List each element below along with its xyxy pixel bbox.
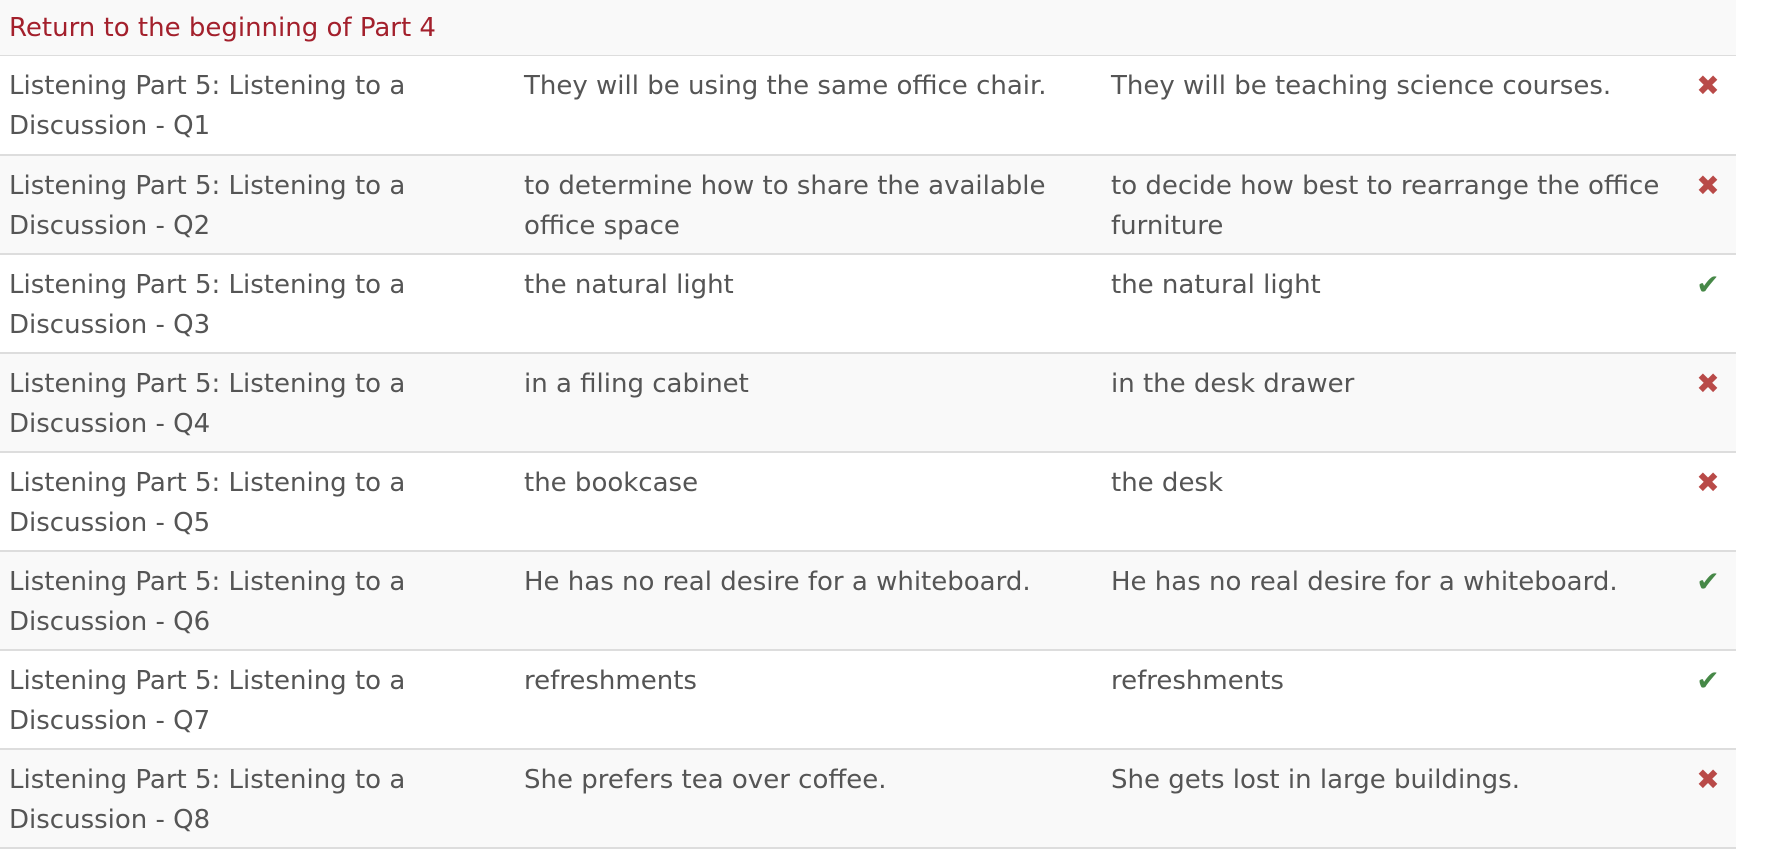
question-cell: Listening Part 5: Listening to a Discuss… (9, 468, 406, 538)
question-cell: Listening Part 5: Listening to a Discuss… (9, 567, 406, 637)
question-cell: Listening Part 5: Listening to a Discuss… (9, 666, 406, 736)
table-row: Listening Part 5: Listening to a Discuss… (0, 452, 1736, 551)
correct-answer-cell: to decide how best to rearrange the offi… (1111, 171, 1660, 241)
your-answer-cell: They will be using the same office chair… (524, 71, 1047, 101)
cross-icon: ✖ (1696, 69, 1720, 102)
correct-answer-cell: the desk (1111, 468, 1224, 498)
correct-answer-cell: They will be teaching science courses. (1111, 71, 1612, 101)
check-icon: ✔ (1696, 565, 1720, 598)
your-answer-cell: to determine how to share the available … (524, 171, 1046, 241)
result-cell: ✖ (1680, 56, 1736, 155)
correct-answer-cell: refreshments (1111, 666, 1284, 696)
result-cell: ✖ (1680, 353, 1736, 452)
question-cell: Listening Part 5: Listening to a Discuss… (9, 765, 406, 835)
table-row: Listening Part 5: Listening to a Discuss… (0, 353, 1736, 452)
result-cell: ✔ (1680, 551, 1736, 650)
results-panel: Return to the beginning of Part 4 Listen… (0, 0, 1736, 849)
result-cell: ✔ (1680, 254, 1736, 353)
your-answer-cell: the natural light (524, 270, 734, 300)
question-cell: Listening Part 5: Listening to a Discuss… (9, 71, 406, 141)
table-row: Listening Part 5: Listening to a Discuss… (0, 56, 1736, 155)
results-table: Listening Part 5: Listening to a Discuss… (0, 56, 1736, 849)
your-answer-cell: She prefers tea over coffee. (524, 765, 887, 795)
correct-answer-cell: She gets lost in large buildings. (1111, 765, 1520, 795)
your-answer-cell: the bookcase (524, 468, 699, 498)
result-cell: ✖ (1680, 452, 1736, 551)
question-cell: Listening Part 5: Listening to a Discuss… (9, 369, 406, 439)
correct-answer-cell: the natural light (1111, 270, 1321, 300)
table-row: Listening Part 5: Listening to a Discuss… (0, 650, 1736, 749)
table-row: Listening Part 5: Listening to a Discuss… (0, 551, 1736, 650)
cross-icon: ✖ (1696, 169, 1720, 202)
correct-answer-cell: He has no real desire for a whiteboard. (1111, 567, 1618, 597)
return-to-part-4-link[interactable]: Return to the beginning of Part 4 (9, 13, 436, 43)
cross-icon: ✖ (1696, 367, 1720, 400)
results-table-body: Listening Part 5: Listening to a Discuss… (0, 56, 1736, 848)
table-row: Listening Part 5: Listening to a Discuss… (0, 254, 1736, 353)
result-cell: ✖ (1680, 155, 1736, 254)
table-row: Listening Part 5: Listening to a Discuss… (0, 155, 1736, 254)
table-row: Listening Part 5: Listening to a Discuss… (0, 749, 1736, 848)
your-answer-cell: He has no real desire for a whiteboard. (524, 567, 1031, 597)
check-icon: ✔ (1696, 268, 1720, 301)
your-answer-cell: in a filing cabinet (524, 369, 749, 399)
cross-icon: ✖ (1696, 763, 1720, 796)
result-cell: ✖ (1680, 749, 1736, 848)
return-row: Return to the beginning of Part 4 (0, 0, 1736, 56)
check-icon: ✔ (1696, 664, 1720, 697)
correct-answer-cell: in the desk drawer (1111, 369, 1355, 399)
your-answer-cell: refreshments (524, 666, 697, 696)
question-cell: Listening Part 5: Listening to a Discuss… (9, 171, 406, 241)
cross-icon: ✖ (1696, 466, 1720, 499)
result-cell: ✔ (1680, 650, 1736, 749)
question-cell: Listening Part 5: Listening to a Discuss… (9, 270, 406, 340)
